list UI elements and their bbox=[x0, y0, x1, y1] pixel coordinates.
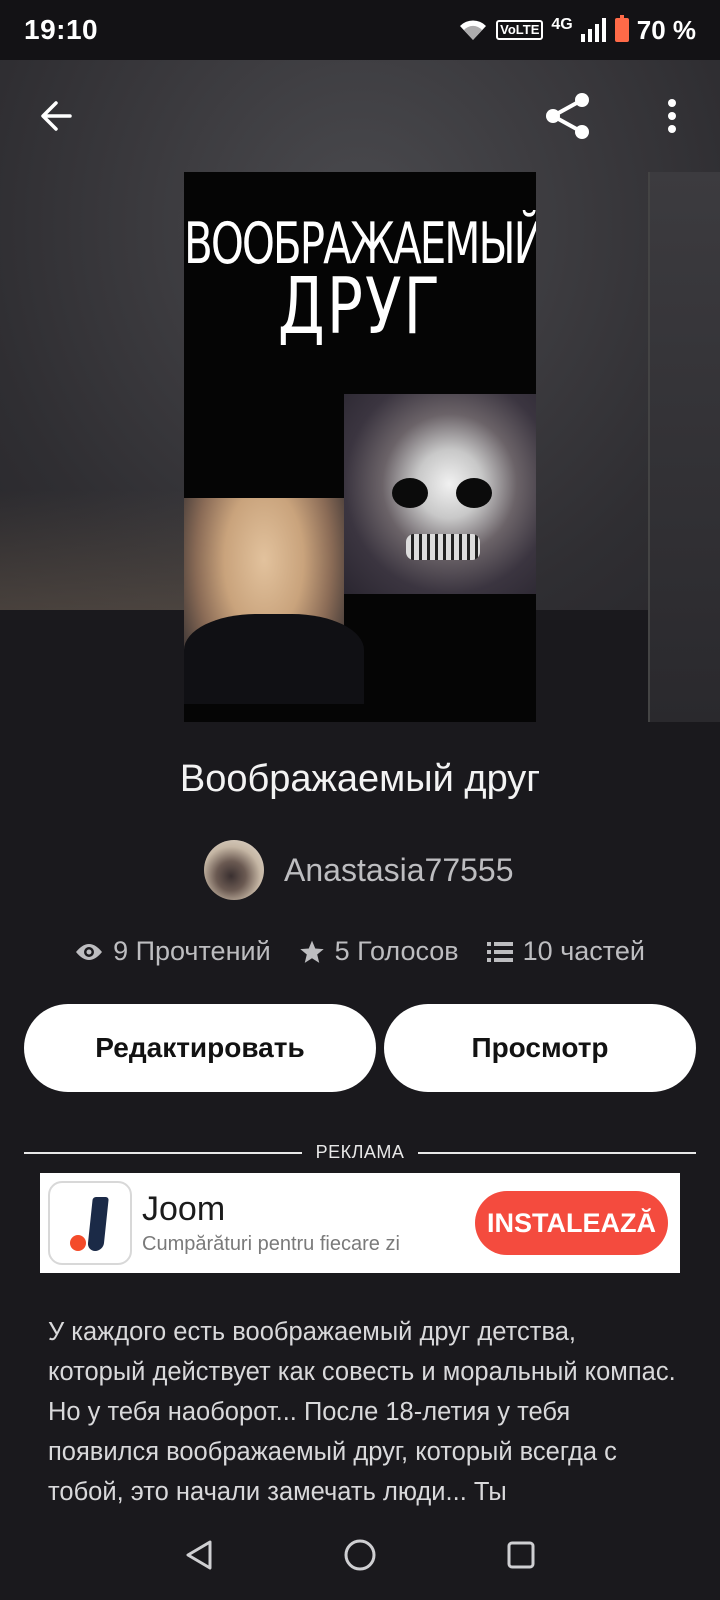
signal-icon bbox=[580, 18, 606, 42]
cover-teeth-shape bbox=[406, 534, 480, 560]
ad-app-name[interactable]: Joom bbox=[142, 1190, 400, 1229]
author-row[interactable]: Anastasia77555 bbox=[204, 840, 514, 900]
author-avatar[interactable] bbox=[204, 840, 264, 900]
view-button[interactable]: Просмотр bbox=[384, 1004, 696, 1092]
cover-title: ВООБРАЖАЕМЫЙ ДРУГ bbox=[184, 213, 536, 347]
share-icon bbox=[546, 93, 589, 139]
stat-parts-label: 10 частей bbox=[522, 936, 645, 966]
list-icon bbox=[486, 941, 513, 962]
ad-banner[interactable]: Joom Cumpărături pentru fiecare zi INSTA… bbox=[40, 1173, 680, 1273]
stat-reads-label: 9 Прочтений bbox=[113, 936, 271, 966]
circle-home-icon[interactable] bbox=[343, 1538, 377, 1572]
logo-dot-shape bbox=[70, 1235, 86, 1251]
author-name[interactable]: Anastasia77555 bbox=[284, 852, 514, 889]
cover-photo-girl bbox=[184, 498, 364, 704]
cover-eye-shape bbox=[392, 478, 428, 508]
stat-reads: 9 Прочтений bbox=[75, 936, 271, 967]
book-description: У каждого есть воображаемый друг детства… bbox=[48, 1318, 676, 1506]
wifi-icon bbox=[460, 20, 487, 40]
status-icons: VoLTE 4G 70 % bbox=[458, 15, 696, 46]
stat-votes: 5 Голосов bbox=[299, 936, 459, 967]
eye-icon bbox=[76, 943, 103, 960]
cover-eye-shape bbox=[456, 478, 492, 508]
book-stats: 9 Прочтений 5 Голосов 10 частей bbox=[0, 936, 720, 967]
ad-text[interactable]: Joom Cumpărături pentru fiecare zi bbox=[142, 1190, 400, 1256]
book-cover[interactable]: ВООБРАЖАЕМЫЙ ДРУГ bbox=[184, 172, 536, 722]
next-cover-peek[interactable] bbox=[648, 172, 720, 722]
square-recents-icon[interactable] bbox=[506, 1540, 536, 1570]
status-time: 19:10 bbox=[24, 14, 99, 45]
triangle-back-icon[interactable] bbox=[184, 1539, 214, 1571]
divider bbox=[418, 1151, 697, 1154]
cover-title-line2: ДРУГ bbox=[277, 261, 443, 353]
more-options-button[interactable] bbox=[642, 86, 702, 146]
back-button[interactable] bbox=[26, 86, 86, 146]
volte-badge: VoLTE bbox=[496, 20, 544, 40]
ad-install-button[interactable]: INSTALEAZĂ bbox=[475, 1191, 668, 1255]
battery-icon bbox=[614, 15, 629, 42]
share-button[interactable] bbox=[538, 86, 598, 146]
system-nav-bar bbox=[0, 1510, 720, 1600]
network-type: 4G bbox=[551, 16, 573, 33]
more-vertical-icon bbox=[668, 99, 676, 133]
star-icon bbox=[299, 940, 324, 963]
ad-label: РЕКЛАМА bbox=[315, 1142, 405, 1162]
cover-photo-skull-makeup bbox=[344, 394, 536, 594]
status-bar: 19:10 VoLTE 4G 70 % bbox=[0, 0, 720, 60]
book-title: Воображаемый друг bbox=[179, 758, 541, 800]
stat-votes-label: 5 Голосов bbox=[334, 936, 459, 966]
ad-subtitle: Cumpărături pentru fiecare zi bbox=[142, 1233, 400, 1255]
edit-button[interactable]: Редактировать bbox=[24, 1004, 376, 1092]
divider bbox=[24, 1151, 302, 1154]
arrow-left-icon bbox=[41, 101, 72, 131]
ad-separator: РЕКЛАМА bbox=[24, 1142, 697, 1163]
logo-stem-shape bbox=[87, 1197, 109, 1251]
cover-shirt-shape bbox=[184, 614, 364, 704]
stat-parts: 10 частей bbox=[486, 936, 645, 967]
joom-logo-icon[interactable] bbox=[48, 1181, 132, 1265]
battery-level: 70 % bbox=[636, 14, 696, 45]
